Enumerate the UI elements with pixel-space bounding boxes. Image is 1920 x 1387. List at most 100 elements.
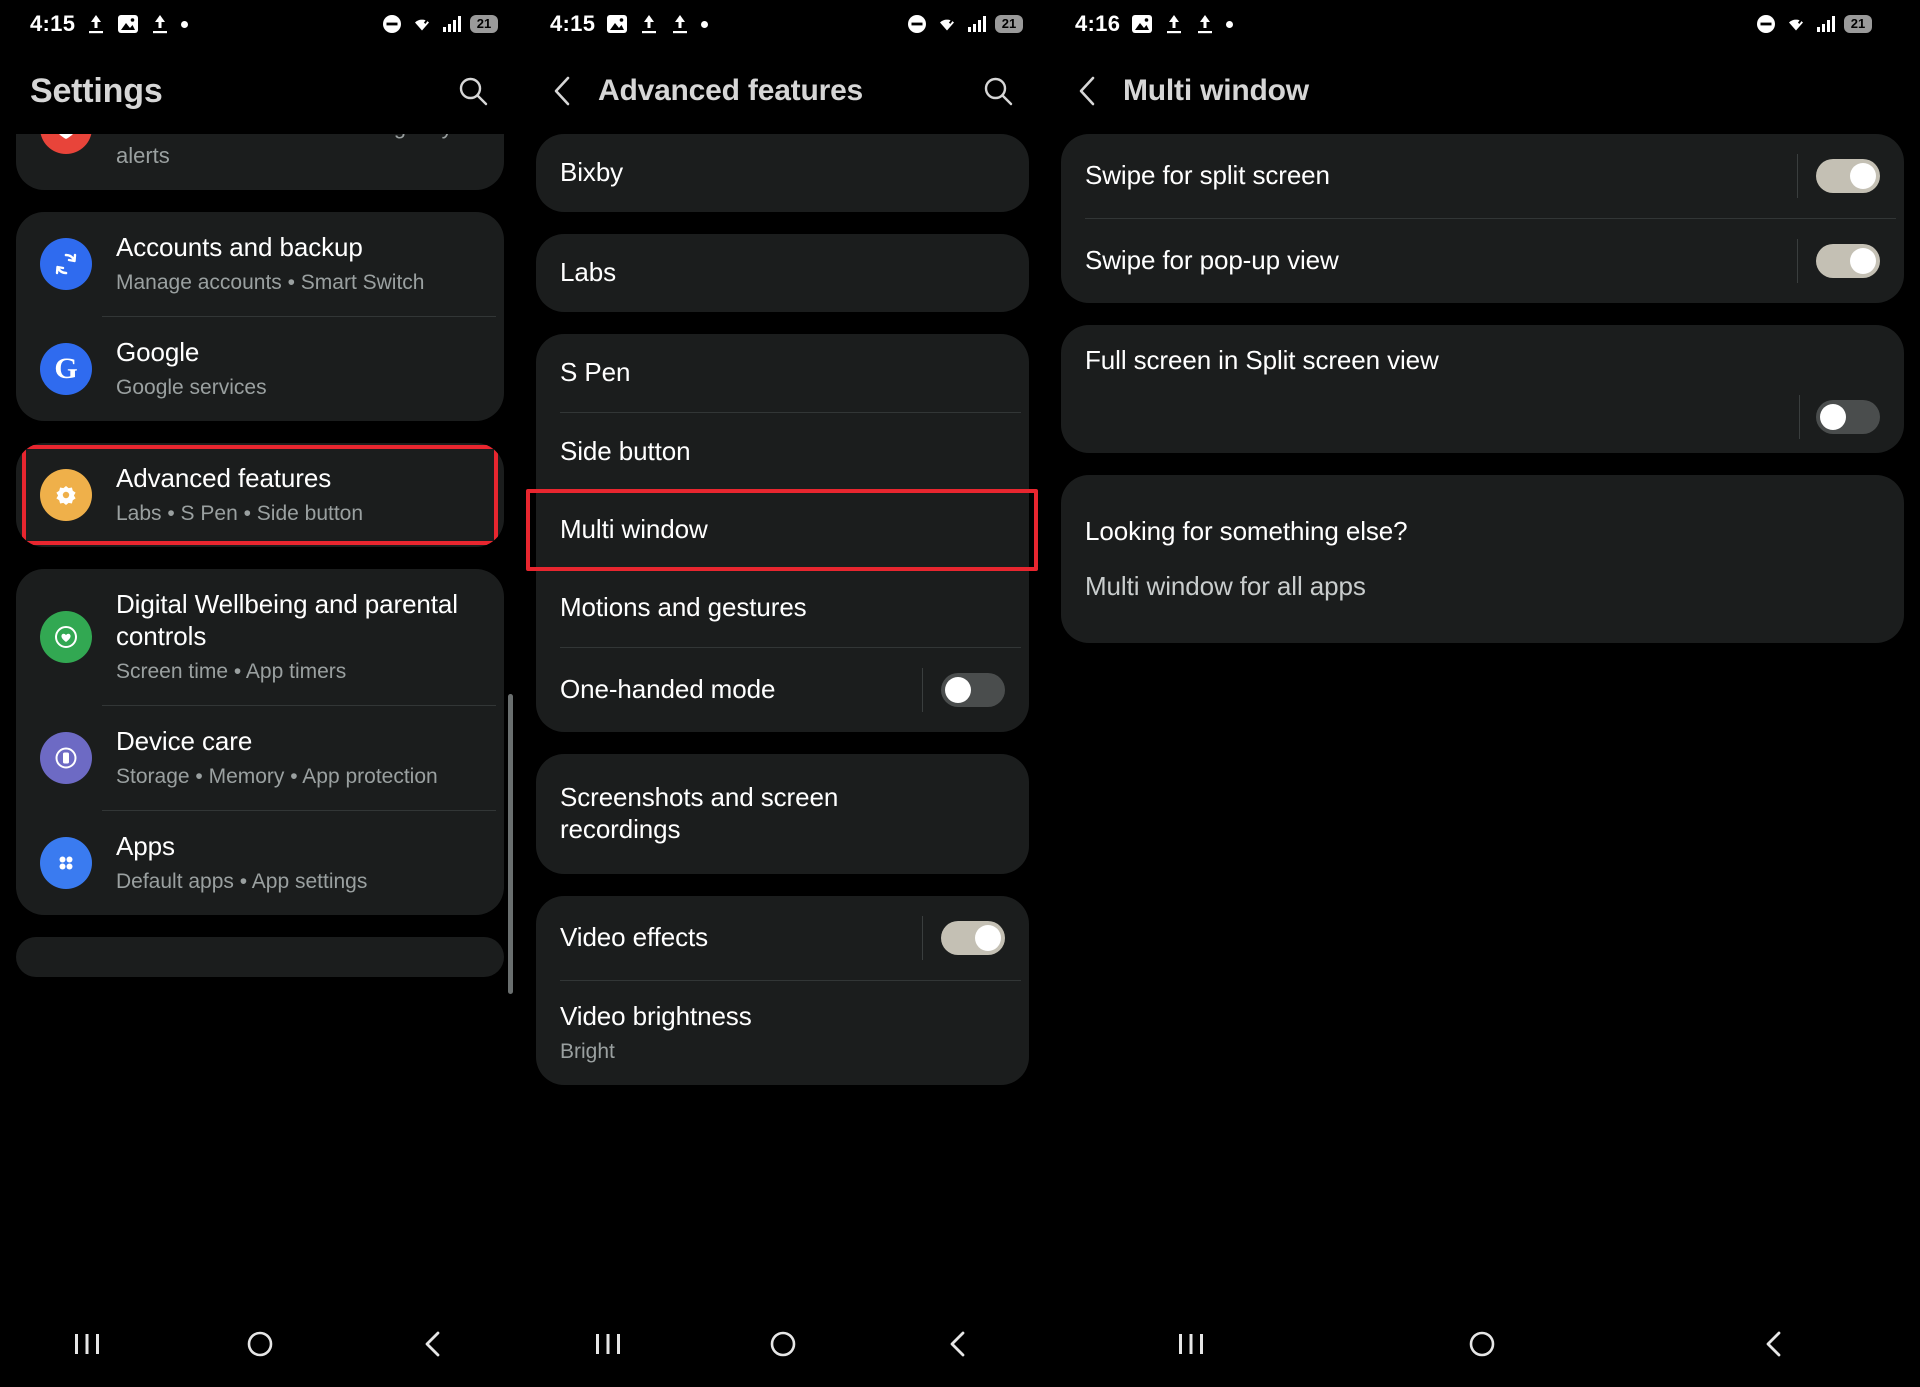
list-item-bixby[interactable]: Bixby [536, 134, 1029, 212]
settings-scroll-area[interactable]: Medical info • Wireless emergency alerts… [0, 134, 520, 1387]
advanced-features-scroll-area[interactable]: Bixby Labs S Pen Side button Multi windo… [520, 134, 1045, 1387]
list-item-title: Video brightness [560, 1001, 752, 1031]
battery-level-badge: 21 [470, 15, 498, 33]
page-title: Settings [30, 71, 163, 110]
page-header: Settings [0, 48, 520, 134]
link-multi-window-for-all-apps[interactable]: Multi window for all apps [1061, 565, 1904, 625]
list-item-title: Advanced features [116, 463, 332, 494]
group-full-screen-split: Full screen in Split screen view [1061, 325, 1904, 453]
list-item-google[interactable]: G Google Google services [16, 317, 504, 421]
recents-button[interactable] [42, 1314, 132, 1374]
list-item-subtitle: Google services [116, 375, 267, 399]
back-button[interactable] [1729, 1314, 1819, 1374]
list-item-title: S Pen [560, 357, 631, 388]
home-button[interactable] [215, 1314, 305, 1374]
settings-group-advanced-features: Advanced features Labs • S Pen • Side bu… [16, 443, 504, 548]
toggle-separator [1797, 239, 1798, 283]
toggle-separator [1797, 154, 1798, 198]
list-item-device-care[interactable]: Device care Storage • Memory • App prote… [16, 706, 504, 810]
upload-icon [670, 13, 690, 35]
back-chevron-icon[interactable] [1075, 74, 1101, 108]
status-bar: 4:15 21 [0, 0, 520, 48]
back-button[interactable] [388, 1314, 478, 1374]
full-screen-in-split-screen-view-toggle[interactable] [1816, 399, 1880, 434]
one-handed-mode-toggle[interactable] [941, 673, 1005, 707]
toggle-separator [922, 668, 923, 712]
status-bar: 4:16 21 [1045, 0, 1920, 48]
image-icon [606, 13, 628, 35]
section-heading: Looking for something else? [1061, 487, 1904, 565]
recents-button[interactable] [1146, 1314, 1236, 1374]
advanced-features-icon [40, 469, 92, 522]
settings-group-wellbeing: Digital Wellbeing and parental controls … [16, 569, 504, 915]
list-item-swipe-for-pop-up-view[interactable]: Swipe for pop-up view [1061, 219, 1904, 303]
home-button[interactable] [1437, 1314, 1527, 1374]
do-not-disturb-icon [906, 13, 928, 35]
navigation-bar [520, 1301, 1045, 1387]
screenshot-strip: 4:15 21 Settings alerts Accounts and bac… [0, 0, 1920, 1387]
recents-button[interactable] [563, 1314, 653, 1374]
list-item-motions-and-gestures[interactable]: Motions and gestures [536, 569, 1029, 647]
page-header: Advanced features [520, 48, 1045, 134]
list-item-subtitle: Medical info • Wireless emergency alerts [116, 134, 453, 168]
video-effects-toggle[interactable] [941, 921, 1005, 955]
status-time: 4:16 [1075, 11, 1121, 36]
list-item-labs[interactable]: Labs [536, 234, 1029, 312]
list-item-advanced-features[interactable]: Advanced features Labs • S Pen • Side bu… [16, 443, 504, 547]
signal-icon [966, 13, 988, 35]
group-bixby: Bixby [536, 134, 1029, 212]
section-heading-label: Looking for something else? [1085, 515, 1408, 546]
upload-icon [1195, 13, 1215, 35]
back-chevron-icon[interactable] [550, 74, 576, 108]
list-item-title: Accounts and backup [116, 232, 363, 263]
group-video: Video effects Video brightness Bright [536, 896, 1029, 1086]
upload-icon [639, 13, 659, 35]
multi-window-scroll-area[interactable]: Swipe for split screen Swipe for pop-up … [1045, 134, 1920, 1387]
safety-icon [40, 134, 92, 154]
back-button[interactable] [913, 1314, 1003, 1374]
search-icon[interactable] [981, 74, 1015, 108]
home-button[interactable] [738, 1314, 828, 1374]
wifi-icon [410, 13, 434, 35]
list-item-title: One-handed mode [560, 674, 776, 705]
image-icon [1131, 13, 1153, 35]
search-icon[interactable] [456, 74, 490, 108]
list-item-multi-window[interactable]: Multi window [536, 491, 1029, 569]
list-item-title: Multi window [560, 514, 708, 545]
list-item-swipe-for-split-screen[interactable]: Swipe for split screen [1061, 134, 1904, 218]
wifi-icon [1784, 13, 1808, 35]
list-item[interactable]: Medical info • Wireless emergency alerts [16, 134, 504, 190]
list-item-title: Apps [116, 830, 175, 861]
group-swipe-options: Swipe for split screen Swipe for pop-up … [1061, 134, 1904, 303]
list-item-one-handed-mode[interactable]: One-handed mode [536, 648, 1029, 732]
list-item-apps[interactable]: Apps Default apps • App settings [16, 811, 504, 915]
settings-group-safety: Medical info • Wireless emergency alerts [16, 134, 504, 191]
list-item-title: Swipe for pop-up view [1085, 245, 1339, 276]
list-item-digital-wellbeing[interactable]: Digital Wellbeing and parental controls … [16, 569, 504, 705]
toggle-separator [1799, 394, 1800, 439]
swipe-for-split-screen-toggle[interactable] [1816, 159, 1880, 193]
list-item-title: Screenshots and screen recordings [560, 782, 839, 844]
group-looking-for-something-else: Looking for something else? Multi window… [1061, 474, 1904, 643]
wellbeing-icon [40, 611, 92, 664]
list-item-title: Labs [560, 257, 616, 288]
notification-dot-icon [701, 20, 709, 28]
list-item-title: Motions and gestures [560, 592, 807, 623]
list-item-screenshots-and-screen-recordings[interactable]: Screenshots and screen recordings [536, 754, 1029, 874]
navigation-bar [0, 1301, 520, 1387]
list-item-video-brightness[interactable]: Video brightness Bright [536, 981, 1029, 1085]
list-item-s-pen[interactable]: S Pen [536, 334, 1029, 412]
list-item-title: Swipe for split screen [1085, 160, 1330, 191]
apps-icon [40, 836, 92, 889]
list-item-full-screen-in-split-screen-view[interactable]: Full screen in Split screen view [1061, 325, 1904, 453]
list-item-video-effects[interactable]: Video effects [536, 896, 1029, 980]
scrollbar-thumb[interactable] [508, 694, 513, 994]
swipe-for-pop-up-view-toggle[interactable] [1816, 244, 1880, 278]
signal-icon [1815, 13, 1837, 35]
navigation-bar [1045, 1301, 1920, 1387]
list-item-side-button[interactable]: Side button [536, 413, 1029, 491]
signal-icon [441, 13, 463, 35]
phone-screen-multi-window: 4:16 21 Multi window Swipe for split scr… [1045, 0, 1920, 1387]
list-item-title: Side button [560, 436, 691, 467]
list-item-accounts-and-backup[interactable]: Accounts and backup Manage accounts • Sm… [16, 212, 504, 316]
